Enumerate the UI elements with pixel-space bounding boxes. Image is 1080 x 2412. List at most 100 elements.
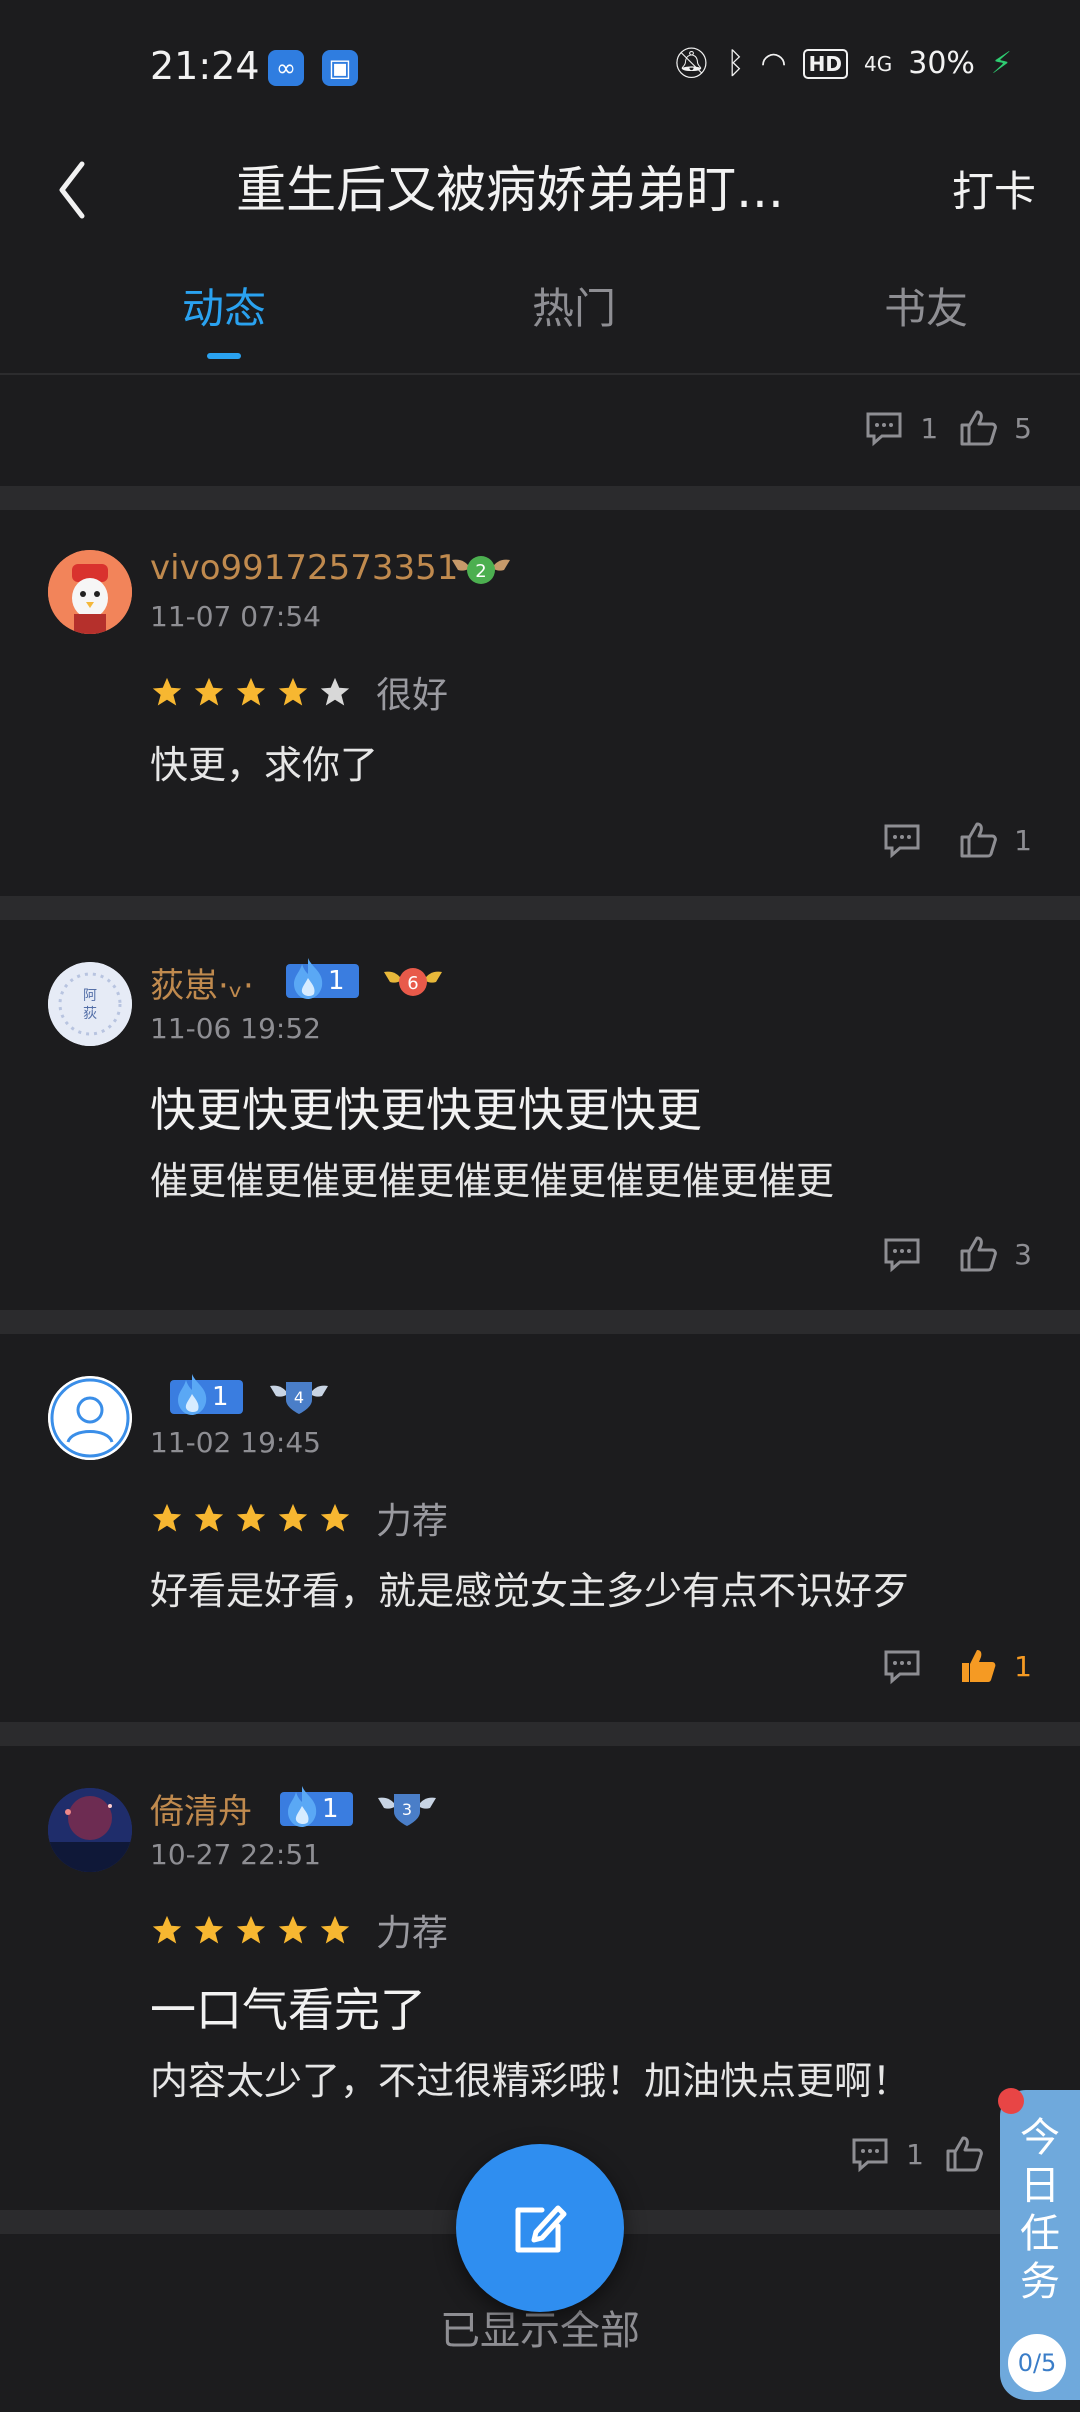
thumbs-up-filled-icon (962, 1650, 996, 1682)
avatar[interactable] (48, 550, 132, 634)
like-button[interactable]: 1 (958, 820, 1032, 860)
post-content: 催更催更催更催更催更催更催更催更催更 (150, 1159, 835, 1203)
comment-icon (866, 412, 902, 447)
rating-label: 力荐 (376, 1501, 449, 1542)
svg-text:2: 2 (475, 561, 486, 582)
avatar[interactable] (48, 1376, 132, 1460)
like-button[interactable]: 1 (958, 1646, 1032, 1686)
tab-activity[interactable]: 动态 (124, 275, 324, 336)
post-actions: 1 (882, 1646, 1032, 1686)
avatar[interactable]: 阿荻 (48, 962, 132, 1046)
svg-text:阿: 阿 (83, 988, 97, 1004)
star-filled-icon (152, 677, 182, 706)
star-empty-icon (320, 677, 350, 706)
page-title: 重生后又被病娇弟弟盯... (236, 161, 784, 219)
bluetooth-icon: ᛒ (726, 46, 745, 81)
signal-icon: 4G (864, 51, 893, 76)
avatar[interactable] (48, 1788, 132, 1872)
star-filled-icon (278, 1915, 308, 1944)
svg-text:4: 4 (294, 1388, 304, 1407)
comment-button[interactable] (882, 820, 938, 860)
comment-count: 1 (920, 411, 939, 445)
star-rating: 力荐 (150, 1492, 448, 1544)
username[interactable]: vivo99172573351 (150, 548, 458, 588)
tab-hot[interactable]: 热门 (474, 275, 674, 336)
flame-badge: 1 (280, 1786, 353, 1827)
daily-task-widget[interactable]: 今日任务 0/5 (1000, 2090, 1080, 2400)
svg-text:3: 3 (402, 1800, 412, 1819)
app-notification-icon: ▣ (322, 50, 358, 86)
level-badge-icon: 4 (268, 1376, 330, 1416)
battery-text: 30% (908, 46, 975, 81)
charging-icon: ⚡︎ (990, 46, 1012, 81)
post-date: 11-06 19:52 (150, 1012, 321, 1045)
star-filled-icon (236, 677, 266, 706)
comment-button[interactable] (882, 1234, 938, 1274)
flame-icon (288, 1786, 317, 1827)
status-time: 21:24 (150, 44, 260, 88)
post-actions: 1 (850, 2134, 1000, 2174)
level-badge-icon: 3 (376, 1788, 438, 1828)
star-filled-icon (278, 677, 308, 706)
back-button[interactable] (40, 150, 100, 230)
like-count: 1 (1014, 823, 1032, 857)
like-button[interactable] (944, 2134, 1000, 2174)
rating-label: 很好 (376, 675, 449, 716)
post-title: 一口气看完了 (150, 1983, 426, 2037)
comment-icon (884, 1238, 920, 1273)
star-rating: 很好 (150, 666, 448, 718)
write-post-button[interactable] (456, 2144, 624, 2312)
post-actions: 3 (882, 1234, 1032, 1274)
active-tab-indicator (207, 353, 241, 359)
star-filled-icon (152, 1915, 182, 1944)
comment-button[interactable]: 1 (850, 2134, 924, 2174)
rating-label: 力荐 (376, 1913, 449, 1954)
star-filled-icon (236, 1915, 266, 1944)
divider (0, 486, 1080, 510)
post-actions: 1 (882, 820, 1032, 860)
post-content: 快更，求你了 (150, 743, 379, 787)
flame-icon (294, 958, 323, 999)
edit-icon (515, 2205, 567, 2253)
star-filled-icon (236, 1503, 266, 1532)
checkin-button[interactable]: 打卡 (952, 152, 1036, 232)
username[interactable]: 倚清舟 (150, 1784, 252, 1833)
like-button[interactable]: 3 (958, 1234, 1032, 1274)
thumbs-up-icon (960, 822, 998, 858)
star-filled-icon (278, 1503, 308, 1532)
post-date: 11-07 07:54 (150, 600, 321, 633)
star-rating: 力荐 (150, 1904, 448, 1956)
flame-level: 1 (322, 1794, 339, 1824)
like-count: 1 (1014, 1649, 1032, 1683)
thumbs-up-icon (946, 2136, 983, 2172)
app-notification-icon: ∞ (268, 50, 304, 86)
like-button[interactable]: 5 (958, 408, 1032, 448)
post-date: 10-27 22:51 (150, 1838, 321, 1871)
divider (0, 896, 1080, 920)
comment-icon (852, 2138, 888, 2173)
status-bar: 21:24 ∞ ▣ 🔕︎ ᛒ ◠ HD 4G 30% ⚡︎ (0, 0, 1080, 130)
flame-badge: 1 (286, 958, 359, 999)
chevron-left-icon (59, 161, 85, 219)
divider (0, 1310, 1080, 1334)
divider (0, 1722, 1080, 1746)
hd-icon: HD (802, 48, 848, 79)
comment-icon (884, 1650, 920, 1685)
star-filled-icon (320, 1915, 350, 1944)
comment-button[interactable]: 1 (864, 408, 938, 448)
star-filled-icon (152, 1503, 182, 1532)
star-filled-icon (194, 1915, 224, 1944)
post-actions: 1 5 (864, 408, 1032, 448)
mute-bell-icon: 🔕︎ (672, 46, 711, 81)
comment-button[interactable] (882, 1646, 938, 1686)
level-badge-icon: 2 (450, 550, 512, 590)
header: 重生后又被病娇弟弟盯... 打卡 (0, 130, 1080, 250)
username[interactable]: 荻崽·ᵥ· (150, 958, 254, 1007)
comment-count: 1 (906, 2137, 924, 2171)
post-content: 内容太少了，不过很精彩哦！加油快点更啊！ (150, 2059, 911, 2103)
svg-text:荻: 荻 (83, 1006, 97, 1022)
tab-friends[interactable]: 书友 (826, 275, 1026, 336)
flame-badge: 1 (170, 1374, 243, 1415)
level-badge-icon: 6 (382, 962, 444, 1002)
tab-bar: 动态 热门 书友 (0, 255, 1080, 375)
